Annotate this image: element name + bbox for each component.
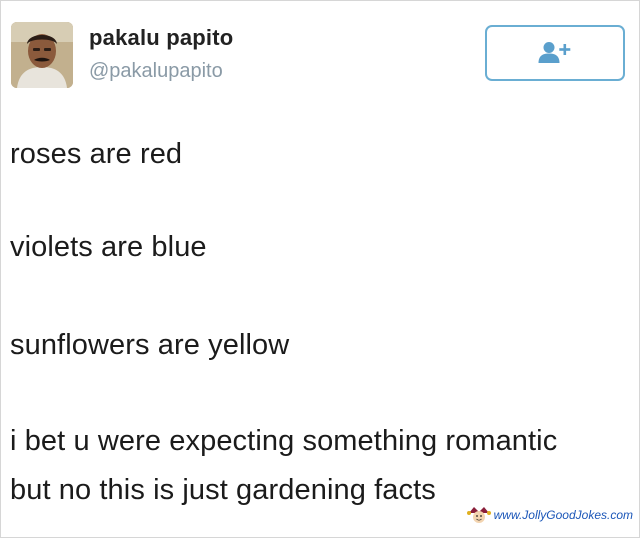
display-name[interactable]: pakalu papito [89, 25, 233, 51]
add-user-icon [538, 42, 571, 63]
tweet-text-line-3: sunflowers are yellow [10, 329, 290, 361]
tweet-text-line-5: but no this is just gardening facts [10, 474, 436, 506]
follow-button[interactable] [485, 25, 625, 81]
avatar-photo [11, 22, 73, 88]
watermark-text: www.JollyGoodJokes.com [493, 508, 633, 522]
user-handle[interactable]: @pakalupapito [89, 60, 223, 83]
tweet-text-line-1: roses are red [10, 138, 183, 170]
tweet-card: pakalu papito @pakalupapito roses are re… [0, 0, 640, 538]
avatar[interactable] [11, 22, 73, 88]
tweet-text-line-2: violets are blue [10, 231, 207, 263]
tweet-text-line-4: i bet u were expecting something romanti… [10, 425, 558, 457]
site-watermark: www.JollyGoodJokes.com [466, 503, 633, 527]
jester-logo-icon [466, 507, 491, 523]
